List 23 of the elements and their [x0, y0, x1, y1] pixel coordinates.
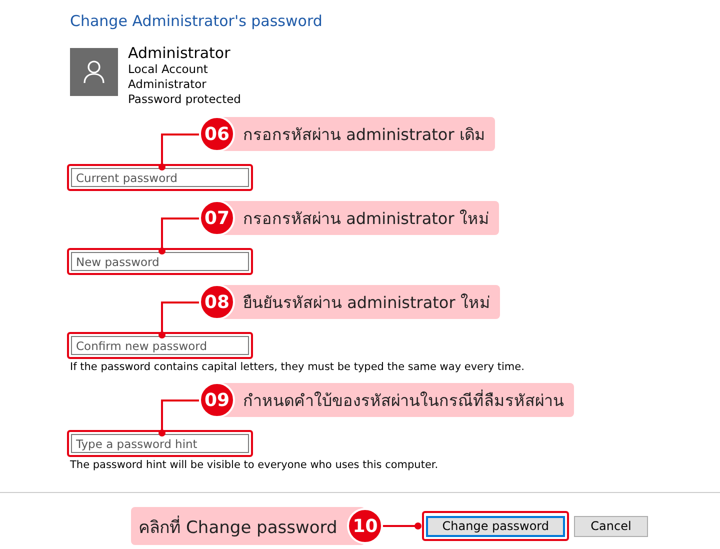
step-number-badge: 08	[199, 284, 235, 320]
password-field[interactable]: Current password	[67, 164, 253, 191]
field-note: The password hint will be visible to everyone who uses this computer.	[70, 459, 440, 471]
cancel-button[interactable]: Cancel	[574, 516, 648, 536]
step-number-badge: 09	[199, 382, 235, 418]
user-icon	[83, 60, 105, 84]
password-field[interactable]: New password	[67, 248, 253, 275]
password-field[interactable]: Confirm new password	[67, 332, 253, 359]
account-detail: Password protected	[128, 92, 241, 107]
change-password-button[interactable]: Change password	[426, 516, 565, 537]
account-detail: Administrator	[128, 77, 208, 92]
leader-line	[158, 217, 200, 255]
page-title: Change Administrator's password	[70, 12, 324, 30]
step-number-badge: 07	[199, 200, 235, 236]
leader-line	[158, 301, 200, 339]
leader-line	[158, 399, 200, 437]
account-name: Administrator	[128, 44, 232, 62]
field-note: If the password contains capital letters, they must be typed the same way every time.	[70, 361, 526, 373]
account-detail: Local Account	[128, 62, 209, 77]
step-number-badge: 10	[347, 508, 384, 544]
step-number-badge: 06	[199, 116, 235, 152]
password-field[interactable]: Type a password hint	[67, 430, 253, 457]
leader-line	[158, 133, 200, 171]
